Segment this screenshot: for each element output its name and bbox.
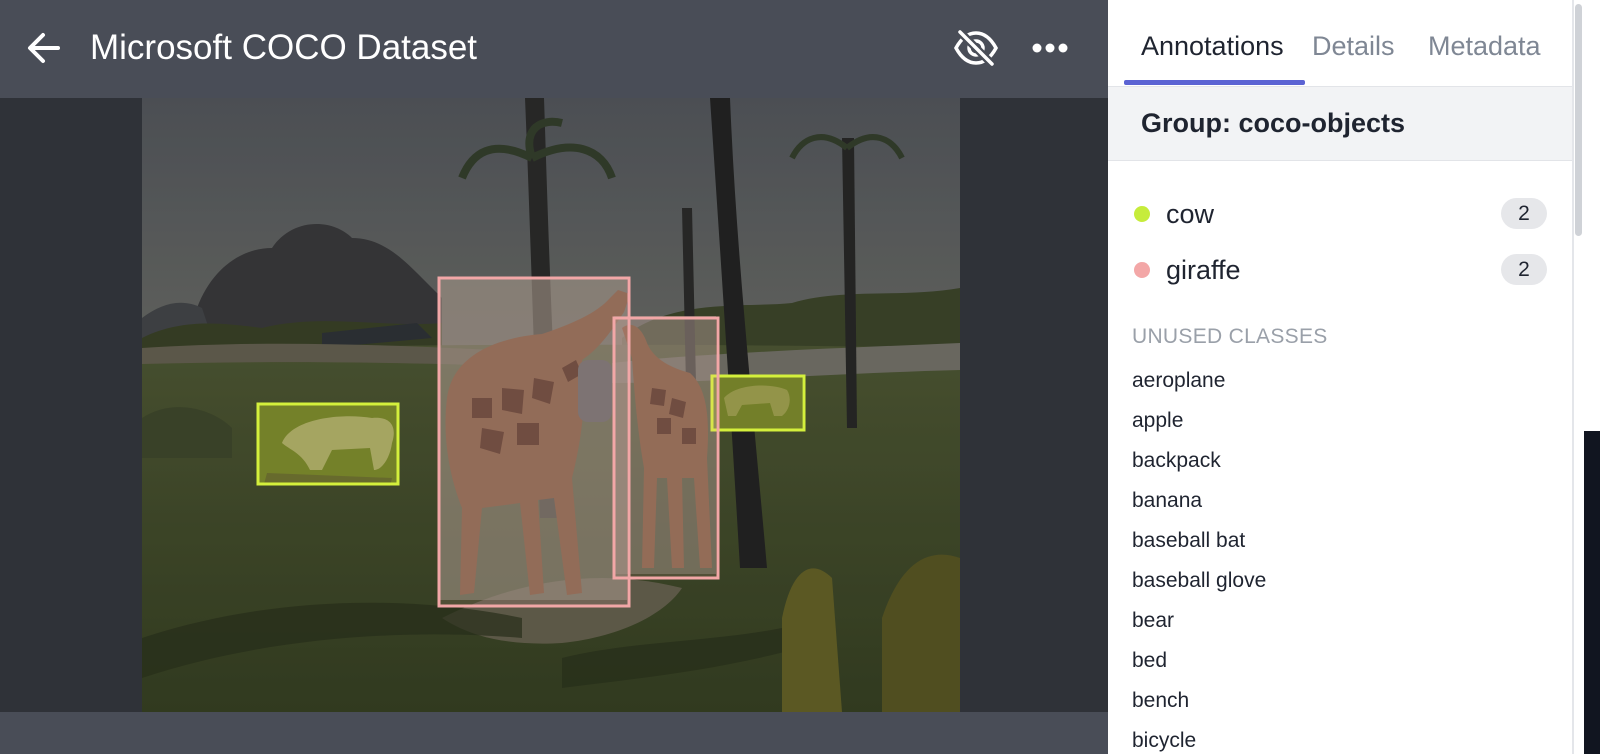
unused-classes-heading: UNUSED CLASSES xyxy=(1132,325,1328,348)
list-item[interactable]: baseball bat xyxy=(1108,526,1572,566)
list-item[interactable]: backpack xyxy=(1108,446,1572,486)
list-item[interactable]: baseball glove xyxy=(1108,566,1572,606)
unused-classes-list: aeroplane apple backpack banana baseball… xyxy=(1108,366,1572,754)
more-horizontal-icon xyxy=(1032,43,1068,53)
scene-illustration xyxy=(142,98,960,712)
tab-details[interactable]: Details xyxy=(1312,28,1395,64)
page-title: Microsoft COCO Dataset xyxy=(90,28,478,67)
image-viewer[interactable] xyxy=(0,98,1108,712)
list-item[interactable]: bicycle xyxy=(1108,726,1572,754)
scrollbar-rail xyxy=(1572,0,1574,754)
class-count-badge: 2 xyxy=(1501,254,1547,285)
active-tab-indicator xyxy=(1124,80,1305,85)
class-color-dot xyxy=(1134,262,1150,278)
list-item[interactable]: banana xyxy=(1108,486,1572,526)
annotation-box-cow[interactable] xyxy=(710,374,806,432)
class-row-cow[interactable]: cow 2 xyxy=(1108,192,1572,236)
annotation-box-giraffe[interactable] xyxy=(612,316,720,580)
viewer-footer xyxy=(0,712,1108,754)
list-item[interactable]: bear xyxy=(1108,606,1572,646)
background-window-edge xyxy=(1584,431,1600,754)
scrollbar-thumb[interactable] xyxy=(1575,4,1582,236)
panel-tabs: Annotations Details Metadata xyxy=(1108,0,1572,87)
eye-off-icon xyxy=(954,29,998,67)
class-count-badge: 2 xyxy=(1501,198,1547,229)
back-button[interactable] xyxy=(22,26,66,70)
list-item[interactable]: bed xyxy=(1108,646,1572,686)
annotation-box-giraffe[interactable] xyxy=(437,276,631,608)
group-title: Group: coco-objects xyxy=(1141,108,1406,138)
annotation-box-cow[interactable] xyxy=(256,402,400,486)
more-options-button[interactable] xyxy=(1026,24,1074,72)
arrow-left-icon xyxy=(28,33,60,63)
class-name: cow xyxy=(1166,199,1215,229)
list-item[interactable]: apple xyxy=(1108,406,1572,446)
viewer-header: Microsoft COCO Dataset xyxy=(0,0,1108,98)
annotations-panel: Annotations Details Metadata Group: coco… xyxy=(1108,0,1572,754)
list-item[interactable]: aeroplane xyxy=(1108,366,1572,406)
class-color-dot xyxy=(1134,206,1150,222)
class-row-giraffe[interactable]: giraffe 2 xyxy=(1108,248,1572,292)
annotated-image[interactable] xyxy=(142,98,960,712)
toggle-visibility-button[interactable] xyxy=(952,24,1000,72)
class-name: giraffe xyxy=(1166,255,1241,285)
group-header: Group: coco-objects xyxy=(1108,87,1572,161)
list-item[interactable]: bench xyxy=(1108,686,1572,726)
tab-metadata[interactable]: Metadata xyxy=(1428,28,1541,64)
tab-annotations[interactable]: Annotations xyxy=(1141,28,1284,64)
